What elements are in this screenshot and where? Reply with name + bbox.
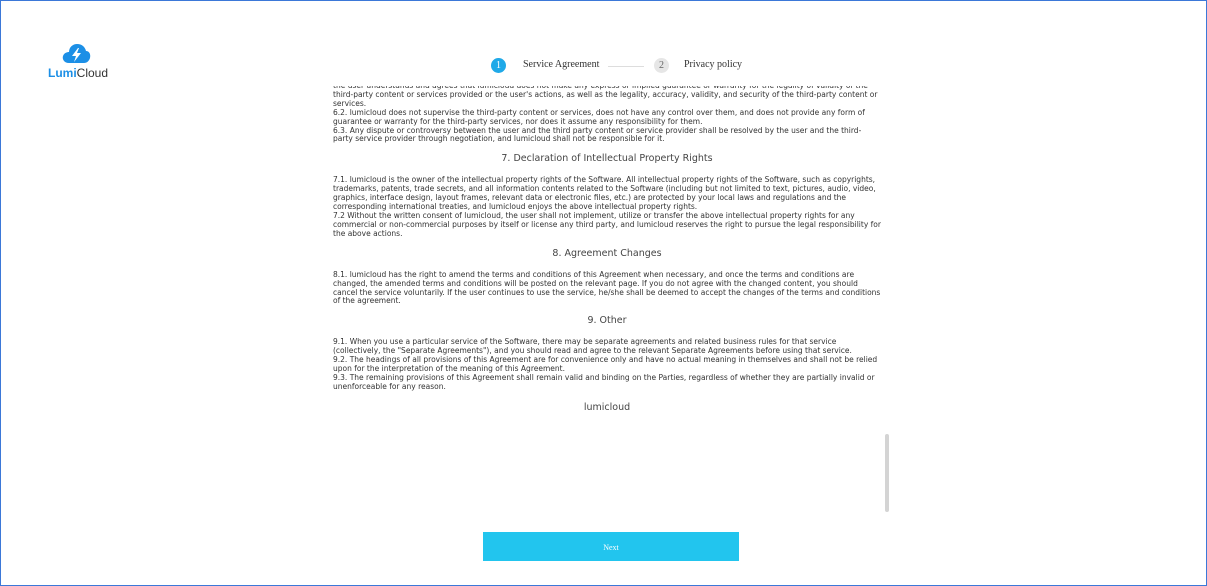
next-button[interactable]: Next	[483, 532, 739, 561]
logo-text-cloud: Cloud	[76, 66, 109, 80]
logo-text: LumiCloud	[48, 66, 108, 80]
section-heading-8: 8. Agreement Changes	[552, 247, 662, 259]
scrollbar-thumb[interactable]	[885, 434, 889, 512]
agreement-signature: lumicloud	[583, 401, 631, 413]
agreement-content: the user understands and agrees that lum…	[333, 86, 881, 414]
agreement-paragraph: the user understands and agrees that lum…	[333, 86, 878, 144]
section-heading-9: 9. Other	[587, 315, 627, 327]
step-connector	[608, 66, 644, 67]
step-2-indicator: 2	[654, 58, 669, 73]
section-body-9: 9.1. When you use a particular service o…	[333, 337, 878, 391]
step-1-label: Service Agreement	[523, 59, 600, 70]
step-1-indicator: 1	[491, 58, 506, 73]
section-body-7: 7.1. lumicloud is the owner of the intel…	[333, 175, 881, 238]
app-window: LumiCloud 1 Service Agreement 2 Privacy …	[0, 0, 1207, 586]
section-body-8: 8.1. lumicloud has the right to amend th…	[333, 269, 881, 306]
step-2-label: Privacy policy	[684, 59, 743, 70]
agreement-scroll-area[interactable]: the user understands and agrees that lum…	[333, 86, 889, 514]
logo: LumiCloud	[48, 41, 118, 81]
section-heading-7: 7. Declaration of Intellectual Property …	[501, 153, 713, 165]
cloud-lightning-icon	[62, 44, 91, 63]
logo-text-lumi: Lumi	[48, 66, 77, 80]
